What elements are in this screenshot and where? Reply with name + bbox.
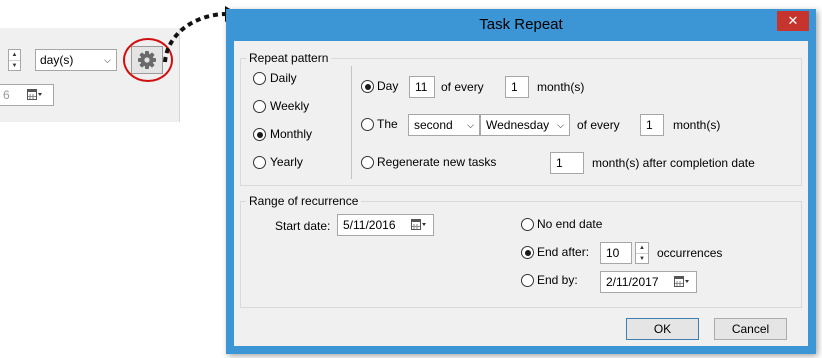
label-after-completion: month(s) after completion date (592, 156, 755, 170)
ordinal-select-value: second (414, 118, 453, 132)
label-start-date: Start date: (275, 219, 331, 233)
end-by-date-value: 2/11/2017 (606, 275, 659, 289)
radio-end-by[interactable] (521, 274, 534, 287)
close-icon: ✕ (787, 13, 799, 28)
dialog-title: Task Repeat (479, 16, 563, 33)
weekday-select[interactable]: Wednesday ⌵ (480, 114, 570, 136)
close-button[interactable]: ✕ (777, 11, 809, 31)
ordinal-select[interactable]: second ⌵ (408, 114, 480, 136)
label-of-every-the: of every (577, 118, 620, 132)
day-input[interactable]: 11 (409, 76, 435, 98)
label-weekly: Weekly (270, 99, 310, 113)
weekday-select-value: Wednesday (486, 118, 550, 132)
label-months-the: month(s) (673, 118, 721, 132)
chevron-down-icon: ⌵ (557, 120, 564, 130)
dialog-titlebar[interactable]: Task Repeat ✕ (226, 9, 816, 41)
start-date-picker[interactable]: 5/11/2016 (337, 214, 434, 236)
spin-up-icon[interactable]: ▲ (9, 50, 20, 60)
background-date-field[interactable]: 6 (0, 84, 54, 106)
radio-yearly[interactable] (253, 156, 266, 169)
calendar-icon[interactable] (674, 276, 690, 288)
chevron-down-icon: ⌵ (104, 55, 111, 65)
repeat-pattern-title: Repeat pattern (246, 51, 332, 65)
label-day: Day (377, 79, 399, 93)
calendar-icon[interactable] (27, 89, 43, 101)
label-the: The (377, 117, 398, 131)
label-monthly: Monthly (270, 127, 313, 141)
background-date-value: 6 (3, 88, 10, 102)
regen-months-input[interactable]: 1 (550, 152, 584, 174)
start-date-value: 5/11/2016 (343, 218, 396, 232)
spin-up-icon[interactable]: ▲ (636, 243, 648, 253)
radio-daily[interactable] (253, 72, 266, 85)
label-regenerate: Regenerate new tasks (377, 155, 497, 169)
the-months-input[interactable]: 1 (640, 114, 664, 136)
spin-down-icon[interactable]: ▼ (636, 253, 648, 263)
chevron-down-icon: ⌵ (467, 120, 474, 130)
spin-down-icon[interactable]: ▼ (9, 60, 20, 70)
unit-select[interactable]: day(s) ⌵ (35, 49, 117, 71)
label-occurrences: occurrences (657, 246, 723, 260)
end-after-input[interactable]: 10 (600, 242, 632, 264)
radio-end-after[interactable] (521, 246, 534, 259)
vertical-divider (351, 66, 352, 179)
label-yearly: Yearly (270, 155, 303, 169)
end-after-spinner[interactable]: ▲ ▼ (635, 242, 649, 264)
unit-select-value: day(s) (40, 53, 74, 67)
day-months-input[interactable]: 1 (505, 76, 529, 98)
ok-button[interactable]: OK (626, 318, 699, 340)
radio-regenerate[interactable] (361, 156, 374, 169)
label-no-end-date: No end date (537, 217, 603, 231)
end-by-date-picker[interactable]: 2/11/2017 (600, 271, 697, 293)
label-daily: Daily (270, 71, 297, 85)
radio-no-end-date[interactable] (521, 218, 534, 231)
radio-the[interactable] (361, 118, 374, 131)
label-months-day: month(s) (537, 80, 585, 94)
background-spinner[interactable]: ▲ ▼ (8, 49, 21, 71)
calendar-icon[interactable] (411, 219, 427, 231)
label-of-every-day: of every (441, 80, 484, 94)
cancel-button[interactable]: Cancel (714, 318, 787, 340)
range-title: Range of recurrence (246, 194, 362, 208)
radio-weekly[interactable] (253, 100, 266, 113)
label-end-after: End after: (537, 245, 590, 259)
radio-monthly[interactable] (253, 128, 266, 141)
label-end-by: End by: (537, 273, 578, 287)
radio-day[interactable] (361, 80, 374, 93)
